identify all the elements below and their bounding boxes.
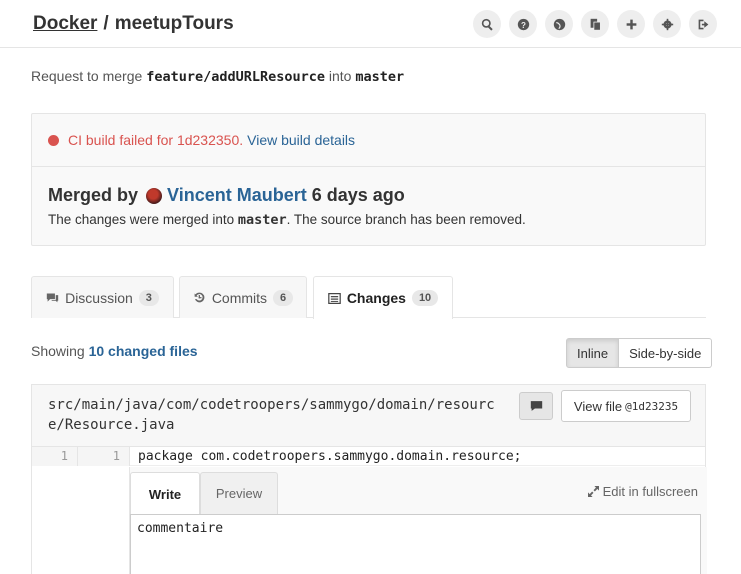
merged-by-label: Merged by [48,185,139,205]
globe-icon[interactable] [545,10,573,38]
target-branch: master [355,69,405,85]
merged-by: Merged by Vincent Maubert 6 days ago [48,185,405,206]
sign-out-icon[interactable] [689,10,717,38]
view-file-label: View file [573,398,623,414]
tab-changes-label: Changes [346,290,406,306]
tab-commits[interactable]: Commits 6 [179,276,307,318]
merge-note: The changes were merged into master. The… [48,212,526,228]
new-line-number[interactable]: 1 [78,447,130,466]
merge-note-branch: master [237,212,287,228]
tab-commits-count: 6 [273,289,294,306]
top-header: Docker / meetupTours ? [0,0,741,48]
help-icon[interactable]: ? [509,10,537,38]
ci-status: CI build failed for 1d232350. View build… [48,132,355,148]
search-icon[interactable] [473,10,501,38]
old-line-number[interactable]: 1 [32,447,78,466]
write-tab[interactable]: Write [130,472,200,515]
header-icons: ? [473,10,717,38]
ci-message: CI build failed for 1d232350. [68,132,244,148]
tab-discussion-count: 3 [138,289,159,306]
file-path: src/main/java/com/codetroopers/sammygo/d… [48,397,495,433]
changed-files-summary: Showing 10 changed files [31,343,198,359]
copy-icon[interactable] [581,10,609,38]
showing-label: Showing [31,343,85,359]
side-by-side-view-button[interactable]: Side-by-side [619,338,713,368]
mr-tabs: Discussion 3 Commits 6 Changes 10 [31,276,706,319]
status-divider [32,166,705,167]
merge-status-box: CI build failed for 1d232350. View build… [31,113,706,246]
expand-icon [587,486,599,497]
source-branch: feature/addURLResource [146,69,325,85]
comment-icon [530,401,542,411]
history-icon [194,292,205,303]
avatar [146,187,163,204]
request-prefix: Request to merge [31,68,143,84]
diff-view-toggle: Inline Side-by-side [566,338,713,368]
project-title: Docker / meetupTours [33,13,234,35]
line-content: package com.codetroopers.sammygo.domain.… [138,449,522,464]
comments-icon [46,293,59,303]
svg-text:?: ? [521,20,526,29]
ci-failed-icon [48,134,59,146]
plus-icon[interactable] [617,10,645,38]
author-link[interactable]: Vincent Maubert [167,185,307,206]
merge-request-summary: Request to merge feature/addURLResource … [31,68,404,85]
project-name[interactable]: meetupTours [115,13,234,34]
tab-changes[interactable]: Changes 10 [313,276,453,319]
comment-textarea[interactable]: commentaire [130,514,701,574]
preview-tab[interactable]: Preview [200,472,278,514]
view-file-sha: @1d23235 [625,399,679,413]
edit-fullscreen-link[interactable]: Edit in fullscreen [587,484,698,499]
title-separator: / [103,13,109,34]
tab-discussion[interactable]: Discussion 3 [31,276,174,318]
list-alt-icon [328,292,341,304]
tab-discussion-label: Discussion [65,289,133,306]
file-header: src/main/java/com/codetroopers/sammygo/d… [32,385,705,447]
toggle-comments-button[interactable] [519,392,553,420]
changed-files-link[interactable]: 10 changed files [89,343,198,359]
diff-line: 1 1 package com.codetroopers.sammygo.dom… [32,447,705,466]
tab-changes-count: 10 [411,290,439,306]
edit-fullscreen-label: Edit in fullscreen [602,484,698,499]
note-gutter [32,467,130,574]
gear-icon[interactable] [653,10,681,38]
group-link[interactable]: Docker [33,13,97,34]
view-build-details-link[interactable]: View build details [247,132,355,148]
view-file-button[interactable]: View file @1d23235 [561,390,691,422]
merged-time: 6 days ago [311,185,405,205]
request-into: into [328,68,352,84]
inline-view-button[interactable]: Inline [566,338,620,368]
tab-commits-label: Commits [211,289,268,306]
merge-note-prefix: The changes were merged into [48,212,235,227]
file-diff: src/main/java/com/codetroopers/sammygo/d… [31,384,707,574]
merge-note-suffix: . The source branch has been removed. [286,212,526,227]
note-form: Write Preview Edit in fullscreen comment… [130,467,707,574]
